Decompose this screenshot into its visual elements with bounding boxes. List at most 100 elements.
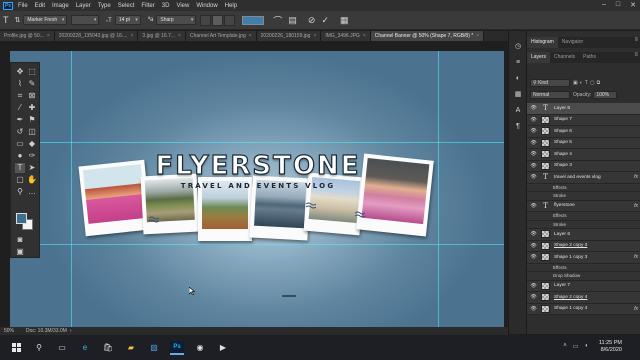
close-icon[interactable]: × [178,33,181,39]
menu-layer[interactable]: Layer [76,3,91,9]
filter-shape-icon[interactable]: ▢ [590,80,595,86]
visibility-eye-icon[interactable]: 👁 [529,117,538,123]
document-canvas[interactable]: FLYERSTONE Travel and Events Vlog [10,51,504,331]
close-icon[interactable]: × [249,33,252,39]
layer-effect-row[interactable]: Effects [527,263,640,272]
fx-icon[interactable]: fx [634,174,638,180]
close-icon[interactable]: × [47,33,50,39]
align-center-button[interactable] [212,14,224,26]
menu-view[interactable]: View [176,3,189,9]
menu-file[interactable]: File [18,3,28,9]
explorer-icon[interactable]: ▰ [124,341,138,355]
close-icon[interactable]: × [476,33,479,39]
visibility-eye-icon[interactable]: 👁 [529,151,538,157]
clock[interactable]: 11:25 PM 8/6/2020 [599,340,622,354]
fx-icon[interactable]: fx [634,306,638,312]
font-family-select[interactable]: Marker Fresh [23,15,68,25]
windows-start-icon[interactable] [9,341,23,355]
history-brush-tool-icon[interactable]: ↺ [15,127,25,137]
paragraph-icon[interactable]: ¶ [514,123,522,131]
screen-mode-icon[interactable]: ▣ [15,247,25,257]
tab-navigator[interactable]: Navigator [558,37,587,48]
tab-histogram[interactable]: Histogram [527,37,558,48]
hand-tool-icon[interactable]: ✋ [27,175,37,185]
character-icon[interactable]: A [514,107,522,115]
quick-mask-icon[interactable]: ◙ [15,235,25,245]
status-arrow-icon[interactable]: › [70,328,72,334]
warp-text-icon[interactable]: ⌒ [273,14,282,27]
type-tool-icon[interactable]: T [3,15,9,25]
banner-title[interactable]: FLYERSTONE [148,150,368,181]
tab-layers[interactable]: Layers [527,52,551,63]
layer-row[interactable]: 👁 Shape 7 [527,114,640,126]
layer-effect-row[interactable]: Drop Shadow [527,272,640,281]
menu-type[interactable]: Type [98,3,111,9]
brush-tool-icon[interactable]: ✒ [15,115,25,125]
filter-pixel-icon[interactable]: ▣ [573,80,578,86]
banner-subtitle[interactable]: Travel and Events Vlog [150,182,366,190]
marquee-tool-icon[interactable]: ⬚ [27,67,37,77]
properties-icon[interactable]: ≡ [514,59,522,67]
menu-help[interactable]: Help [225,3,237,9]
small-text-layer[interactable] [282,295,296,297]
maximize-button[interactable]: □ [616,1,620,9]
photoshop-icon[interactable]: Ps [170,340,184,355]
blur-tool-icon[interactable]: ◆ [27,139,37,149]
guide-vertical[interactable] [71,51,72,331]
layer-row[interactable]: 👁 Tflyerstone fx [527,200,640,212]
layer-row[interactable]: 👁 Shape 1 copy 3 fx [527,252,640,264]
layer-row[interactable]: 👁 Shape 2 copy 3 [527,240,640,252]
layer-effect-row[interactable]: Stroke [527,220,640,229]
menu-edit[interactable]: Edit [35,3,45,9]
tab-20200226[interactable]: 20200226_180159.jpg × [256,31,322,41]
move-tool-icon[interactable]: ✥ [15,67,25,77]
layer-row[interactable]: 👁 Shape 3 [527,160,640,172]
guide-horizontal[interactable] [10,142,504,143]
swatches-icon[interactable]: ▦ [514,91,522,99]
minimize-button[interactable]: – [602,1,606,9]
zoom-level[interactable]: 50% [4,328,14,334]
more-tools-icon[interactable]: … [27,187,37,197]
obs-icon[interactable]: ◉ [193,341,207,355]
gradient-tool-icon[interactable]: ▭ [15,139,25,149]
close-icon[interactable]: × [131,33,134,39]
tab-3jpg[interactable]: 3.jpg @ 16.7... × [138,31,186,41]
media-icon[interactable]: ▶ [216,341,230,355]
layer-effect-row[interactable]: Effects [527,212,640,221]
tab-channel-art-template[interactable]: Channel Art Template.jpg × [185,31,257,41]
lasso-tool-icon[interactable]: ⌇ [15,79,25,89]
photos-icon[interactable]: ▨ [147,341,161,355]
visibility-eye-icon[interactable]: 👁 [529,128,538,134]
frame-tool-icon[interactable]: ⊠ [27,91,37,101]
guide-vertical[interactable] [438,51,439,331]
store-icon[interactable]: 🛍 [101,341,115,355]
path-select-tool-icon[interactable]: ➤ [27,163,37,173]
panel-menu-icon[interactable]: ≡ [634,37,638,43]
network-icon[interactable]: ▭ [573,343,579,350]
visibility-eye-icon[interactable]: 👁 [529,174,538,180]
panel-menu-icon[interactable]: ≡ [634,52,638,58]
photo-frame-couple-1[interactable] [78,159,152,237]
menu-3d[interactable]: 3D [162,3,170,9]
align-right-button[interactable] [224,14,236,26]
layer-row[interactable]: 👁 Ttravel and events vlog fx [527,172,640,184]
visibility-eye-icon[interactable]: 👁 [529,140,538,146]
visibility-eye-icon[interactable]: 👁 [529,203,538,209]
layer-row[interactable]: 👁 Shape 5 [527,137,640,149]
layer-row[interactable]: 👁 T Layer 8 [527,103,640,115]
layer-row[interactable]: 👁 Shape 1 copy 4 fx [527,303,640,315]
opacity-input[interactable]: 100% [593,91,618,99]
healing-tool-icon[interactable]: ✚ [27,103,37,113]
task-view-icon[interactable]: ▭ [55,341,69,355]
visibility-eye-icon[interactable]: 👁 [529,231,538,237]
eraser-tool-icon[interactable]: ◫ [27,127,37,137]
tab-img3496[interactable]: IMG_3496.JPG × [321,31,371,41]
visibility-eye-icon[interactable]: 👁 [529,105,538,111]
volume-icon[interactable]: ◖ [584,343,588,350]
font-style-select[interactable] [71,15,100,25]
visibility-eye-icon[interactable]: 👁 [529,163,538,169]
font-size-select[interactable]: 14 pt [114,15,141,25]
close-icon[interactable]: × [313,33,316,39]
kind-filter-select[interactable]: ⚲ Kind [530,79,570,87]
type-tool-icon[interactable]: T [15,163,25,173]
